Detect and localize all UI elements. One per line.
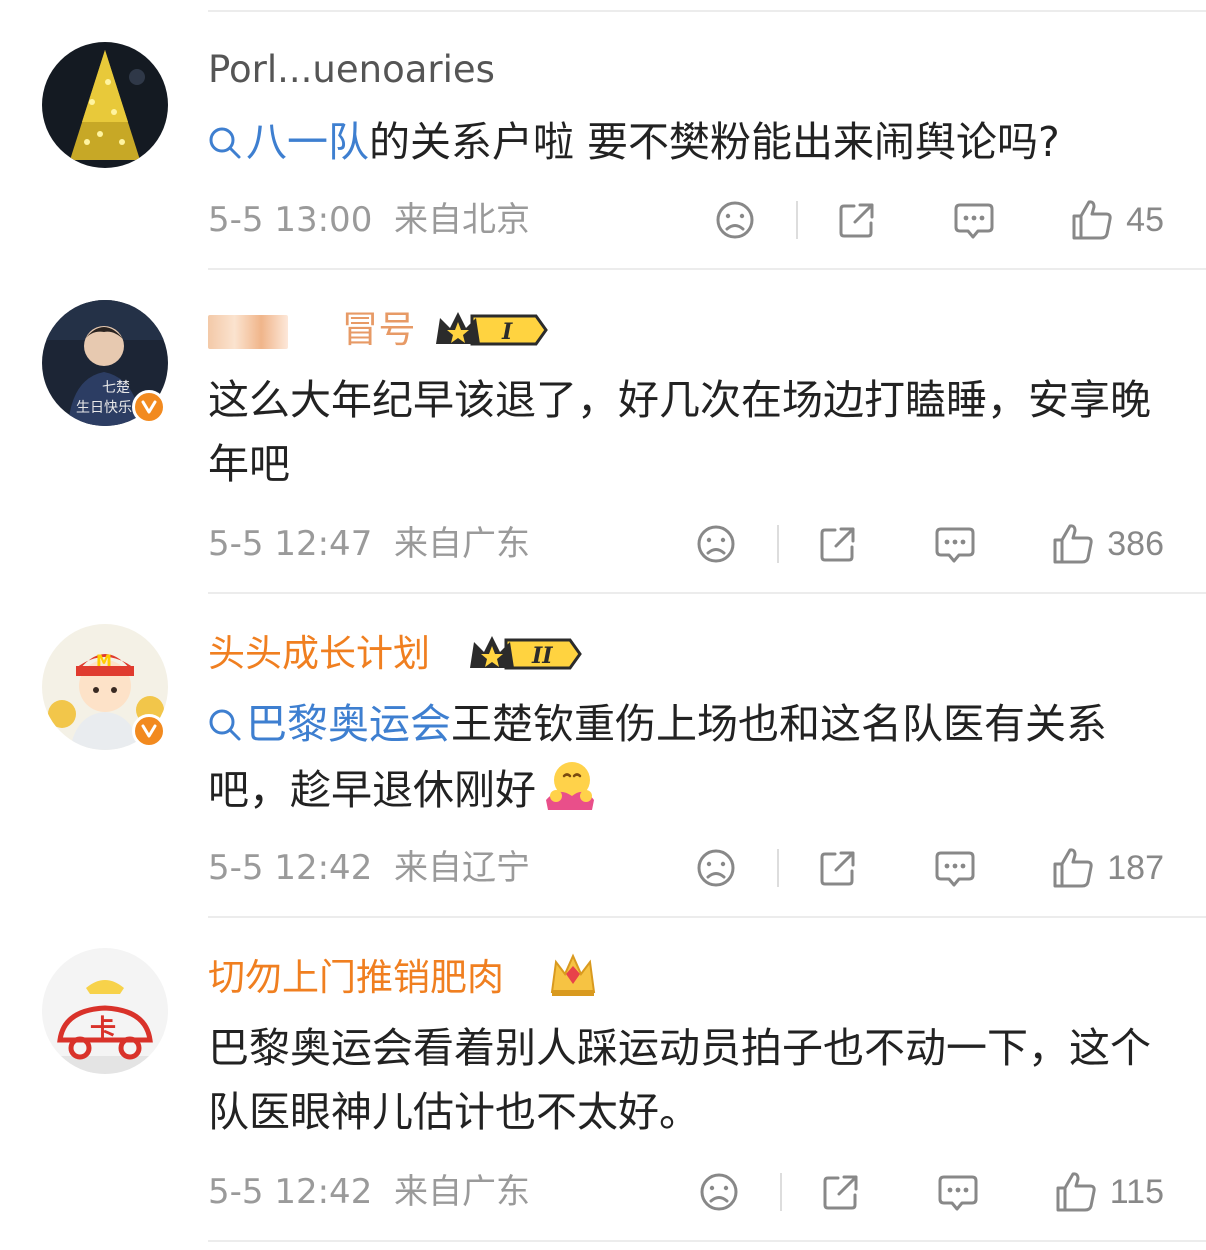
comment-icon (938, 1175, 978, 1211)
like-count: 115 (1109, 1172, 1164, 1211)
share-icon (823, 1175, 858, 1210)
like-count: 45 (1126, 200, 1164, 239)
timestamp: 5-5 13:00 (208, 200, 373, 240)
verified-badge-icon (132, 390, 166, 424)
divider (208, 916, 1206, 918)
svg-text:M: M (96, 651, 112, 670)
comment-button[interactable] (933, 523, 977, 565)
comment-text: 巴黎奥运会看着别人踩运动员拍子也不动一下，这个队医眼神儿估计也不太好。 (208, 1024, 1151, 1136)
dislike-icon (716, 201, 754, 239)
username[interactable]: 头头成长计划 (208, 632, 430, 676)
vip-crown-icon (550, 953, 596, 996)
like-icon (1053, 524, 1093, 564)
divider (208, 1240, 1206, 1242)
avatar[interactable]: 卡 (42, 948, 168, 1074)
timestamp: 5-5 12:47 (208, 524, 373, 564)
username[interactable]: 冒号 (208, 308, 416, 352)
avatar[interactable] (42, 42, 168, 168)
action-bar: 386 (695, 519, 1164, 569)
comment-meta: 5-5 13:00 来自北京 (208, 200, 530, 240)
comment-button[interactable] (936, 1171, 980, 1213)
hug-emoji-icon (546, 762, 594, 810)
vip-crown-icon: II (470, 636, 582, 670)
comment-button[interactable] (952, 199, 996, 241)
timestamp: 5-5 12:42 (208, 1172, 373, 1212)
divider (208, 592, 1206, 594)
comment-icon (935, 527, 975, 563)
separator (779, 1173, 782, 1211)
topic-tag[interactable]: 八一队 (208, 118, 369, 166)
dislike-button[interactable] (695, 847, 737, 889)
dislike-icon (697, 525, 735, 563)
svg-text:生日快乐: 生日快乐 (76, 400, 132, 416)
topic-tag[interactable]: 巴黎奥运会 (208, 700, 451, 748)
location: 来自北京 (393, 200, 530, 240)
action-bar: 115 (698, 1167, 1164, 1217)
comment-icon (954, 203, 994, 239)
share-icon (820, 527, 855, 562)
comment-button[interactable] (933, 847, 977, 889)
comment-meta: 5-5 12:42 来自广东 (208, 1172, 530, 1212)
share-button[interactable] (836, 199, 878, 241)
action-bar: 45 (714, 195, 1164, 245)
share-button[interactable] (820, 1171, 862, 1213)
search-icon (209, 127, 241, 159)
timestamp: 5-5 12:42 (208, 848, 373, 888)
location: 来自广东 (393, 1172, 530, 1212)
like-button[interactable]: 115 (1054, 1170, 1164, 1214)
like-icon (1053, 848, 1093, 888)
dislike-button[interactable] (695, 523, 737, 565)
comment-meta: 5-5 12:42 来自辽宁 (208, 848, 530, 888)
dislike-button[interactable] (698, 1171, 740, 1213)
username[interactable]: 切勿上门推销肥肉 (208, 956, 504, 1000)
like-count: 187 (1107, 848, 1164, 887)
like-button[interactable]: 187 (1051, 846, 1164, 890)
comment-text: 这么大年纪早该退了，好几次在场边打瞌睡，安享晚年吧 (208, 376, 1151, 488)
comment-text: 巴黎奥运会王楚钦重伤上场也和这名队医有关系吧，趁早退休刚好 (208, 700, 1107, 814)
svg-text:卡: 卡 (90, 1015, 116, 1045)
search-icon (209, 709, 241, 741)
separator (796, 201, 799, 239)
svg-text:II: II (531, 643, 553, 669)
share-button[interactable] (817, 523, 859, 565)
divider (208, 268, 1206, 270)
svg-text:I: I (501, 319, 513, 345)
like-icon (1056, 1172, 1096, 1212)
divider-top (208, 10, 1206, 12)
separator (777, 849, 780, 887)
location: 来自辽宁 (393, 848, 530, 888)
like-count: 386 (1107, 524, 1164, 563)
dislike-icon (700, 1173, 738, 1211)
verified-badge-icon (132, 714, 166, 748)
username[interactable]: Porl...uenoaries (208, 48, 495, 92)
like-button[interactable]: 386 (1051, 522, 1164, 566)
dislike-icon (697, 849, 735, 887)
mosaic-blur (208, 314, 288, 349)
share-button[interactable] (817, 847, 859, 889)
separator (777, 525, 780, 563)
share-icon (839, 203, 874, 238)
svg-text:七楚: 七楚 (102, 380, 130, 396)
share-icon (820, 851, 855, 886)
like-button[interactable]: 45 (1070, 198, 1164, 242)
action-bar: 187 (695, 843, 1164, 893)
comment-icon (935, 851, 975, 887)
comment-text: 八一队的关系户啦 要不樊粉能出来闹舆论吗? (208, 110, 1168, 174)
vip-crown-icon: I (436, 312, 548, 346)
like-icon (1072, 200, 1112, 240)
comment-meta: 5-5 12:47 来自广东 (208, 524, 530, 564)
dislike-button[interactable] (714, 199, 756, 241)
location: 来自广东 (393, 524, 530, 564)
